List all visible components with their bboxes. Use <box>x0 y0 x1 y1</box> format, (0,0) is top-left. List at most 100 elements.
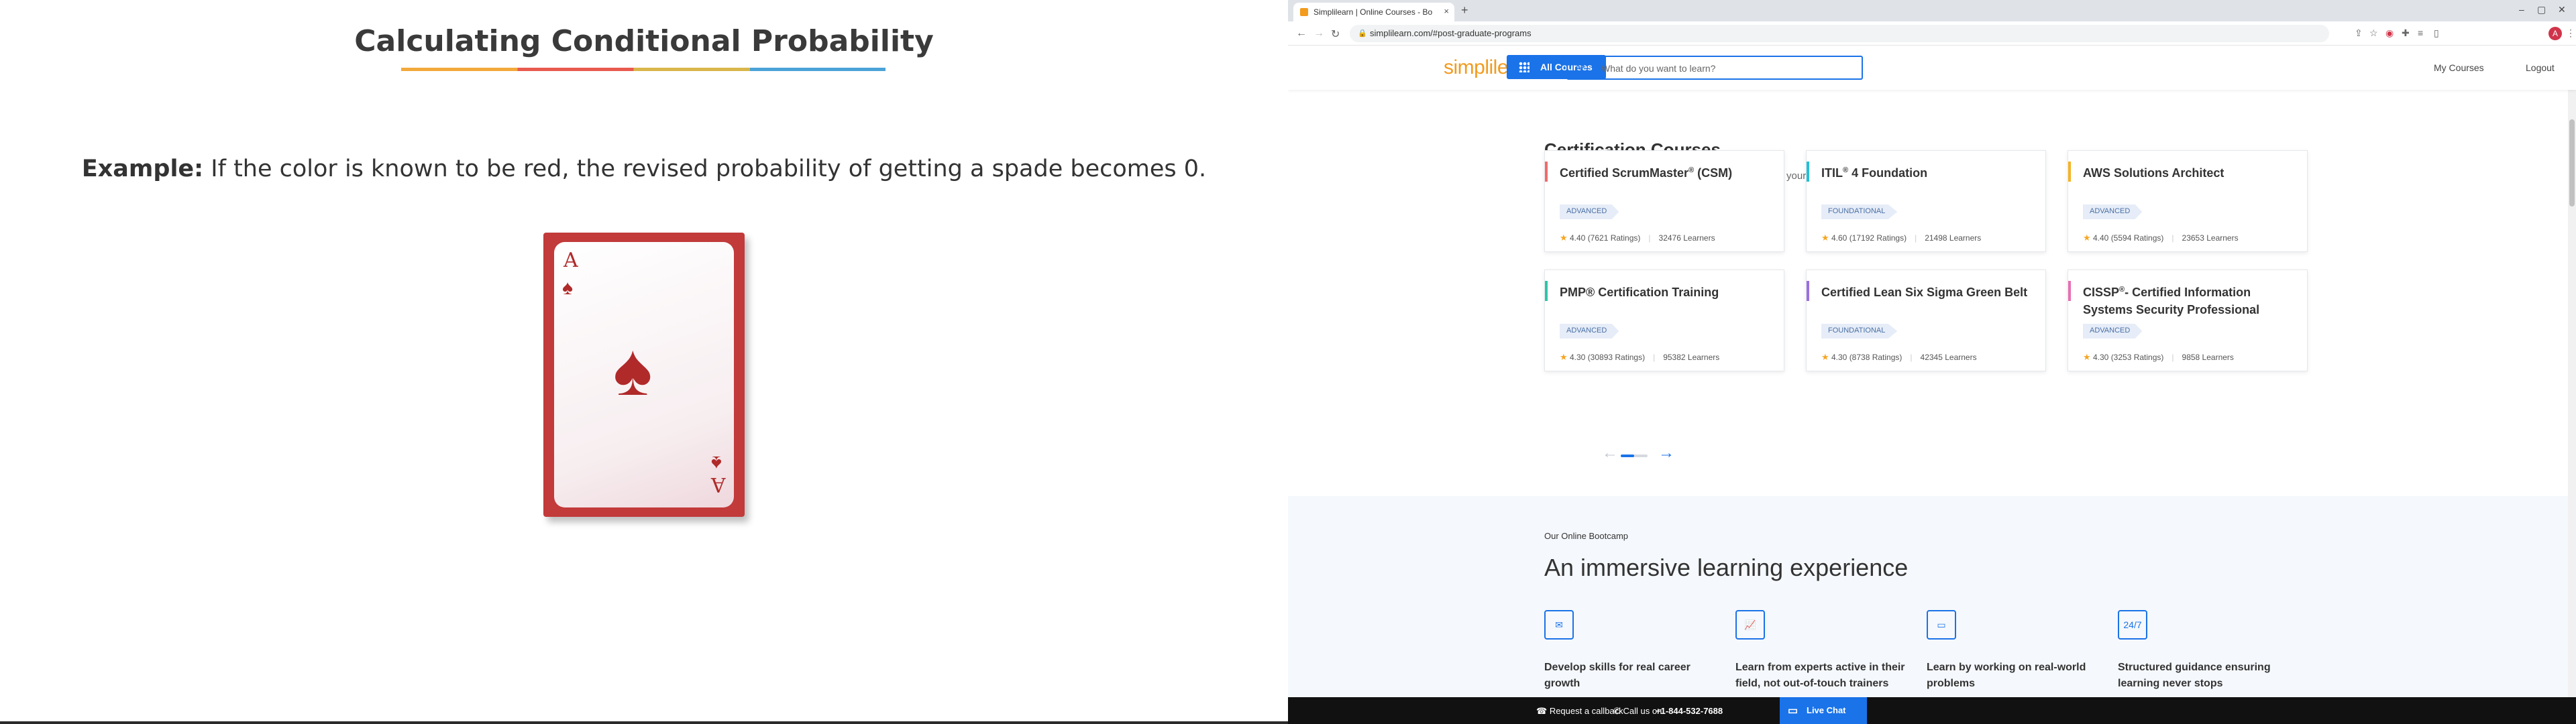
stat-divider: | <box>2171 233 2174 243</box>
tab-close-icon[interactable]: × <box>1444 6 1449 16</box>
course-rating: 4.30 (30893 Ratings) <box>1570 353 1646 362</box>
stat-divider: | <box>2171 353 2174 362</box>
example-text: Example: If the color is known to be red… <box>0 156 1288 182</box>
phone-number[interactable]: +1-844-532-7688 <box>1656 706 1723 716</box>
page-scrollbar[interactable] <box>2568 46 2576 697</box>
course-card[interactable]: AWS Solutions Architect ADVANCED ★ 4.40 (5… <box>2068 150 2308 252</box>
tab-title: Simplilearn | Online Courses - Bo <box>1313 7 1433 17</box>
star-icon: ★ <box>1560 352 1568 362</box>
course-level-badge: ADVANCED <box>2083 324 2143 339</box>
example-body: If the color is known to be red, the rev… <box>203 156 1207 182</box>
course-title: Certified Lean Six Sigma Green Belt <box>1821 286 2028 299</box>
share-icon[interactable]: ⇪ <box>2355 27 2363 39</box>
bootcamp-section: Our Online Bootcamp An immersive learnin… <box>1288 496 2576 697</box>
course-learners: 42345 Learners <box>1920 353 1977 362</box>
back-icon[interactable]: ← <box>1296 27 1307 40</box>
call-us-label: ✆ Call us on <box>1613 706 1662 716</box>
grid-icon <box>1519 62 1529 72</box>
reload-icon[interactable]: ↻ <box>1331 27 1340 41</box>
feature-item: ▭ Learn by working on real-world problems <box>1927 610 2104 692</box>
new-tab-button[interactable]: + <box>1461 3 1468 17</box>
favicon-icon <box>1300 8 1308 16</box>
spade-icon-small-top: ♠ <box>562 277 573 299</box>
course-level-badge: ADVANCED <box>1560 204 1619 219</box>
carousel-prev-icon[interactable]: ← <box>1602 444 1618 463</box>
menu-kebab-icon[interactable]: ⋮ <box>2566 27 2575 39</box>
course-accent-bar <box>1545 162 1548 182</box>
stat-divider: | <box>1648 233 1651 243</box>
course-title: PMP® Certification Training <box>1560 286 1719 299</box>
bootcamp-title: An immersive learning experience <box>1544 554 1909 581</box>
slide-title: Calculating Conditional Probability <box>354 24 934 58</box>
search-icon: ⚲ <box>1577 62 1585 74</box>
logout-link[interactable]: Logout <box>2526 62 2555 73</box>
url-text: simplilearn.com/#post-graduate-programs <box>1370 28 1532 38</box>
course-accent-bar <box>1545 281 1548 301</box>
course-level-badge: FOUNDATIONAL <box>1821 324 1898 339</box>
sidebar-icon[interactable]: ▯ <box>2434 27 2439 39</box>
star-icon: ★ <box>1560 233 1568 243</box>
stat-divider: | <box>1653 353 1656 362</box>
course-accent-bar <box>2068 281 2071 301</box>
course-title: ITIL® 4 Foundation <box>1821 166 1928 180</box>
spade-icon-small-bottom: ♠ <box>711 452 722 474</box>
feature-text: Learn from experts active in their field… <box>1735 662 1905 689</box>
feature-item: 📈 Learn from experts active in their fiel… <box>1735 610 1913 692</box>
presentation-slide: Calculating Conditional Probability Exam… <box>0 0 1288 724</box>
feature-item: ✉ Develop skills for real career growth <box>1544 610 1722 692</box>
course-accent-bar <box>1807 162 1809 182</box>
forward-icon[interactable]: → <box>1313 27 1324 40</box>
course-card[interactable]: Certified ScrumMaster® (CSM) ADVANCED ★ 4.… <box>1544 150 1784 252</box>
course-learners: 23653 Learners <box>2182 233 2239 243</box>
search-input[interactable]: ⚲ What do you want to learn? <box>1566 56 1863 80</box>
ace-of-spades-card: A ♠ ♠ ♠ A <box>543 233 745 517</box>
live-chat-label: Live Chat <box>1807 705 1846 715</box>
carousel-next-icon[interactable]: → <box>1658 444 1674 463</box>
window-close-icon[interactable]: ✕ <box>2558 4 2566 15</box>
scrollbar-thumb[interactable] <box>2569 119 2575 206</box>
spade-icon-large: ♠ <box>613 328 653 411</box>
site-header: simplilearn All Courses ⚲ What do you wa… <box>1288 46 2576 90</box>
course-title: Certified ScrumMaster® (CSM) <box>1560 166 1733 180</box>
course-rating: 4.40 (7621 Ratings) <box>1570 233 1641 243</box>
address-bar: ← → ↻ 🔒 simplilearn.com/#post-graduate-p… <box>1288 21 2576 46</box>
window-maximize-icon[interactable]: ▢ <box>2537 4 2546 15</box>
course-title: AWS Solutions Architect <box>2083 166 2224 180</box>
briefcase-icon: ✉ <box>1544 610 1574 640</box>
course-stats: ★ 4.40 (7621 Ratings) | 32476 Learners <box>1560 233 1715 243</box>
course-stats: ★ 4.30 (8738 Ratings) | 42345 Learners <box>1821 352 1977 363</box>
title-underline <box>401 68 885 71</box>
puzzle-icon[interactable]: ✚ <box>2402 27 2410 39</box>
course-card[interactable]: Certified Lean Six Sigma Green Belt FOUND… <box>1806 269 2046 371</box>
feature-text: Structured guidance ensuring learning ne… <box>2118 662 2271 689</box>
request-callback-link[interactable]: ☎ Request a callback <box>1536 706 1623 717</box>
course-card[interactable]: CISSP®- Certified Information Systems Se… <box>2068 269 2308 371</box>
window-minimize-icon[interactable]: – <box>2519 4 2524 15</box>
example-label: Example: <box>81 156 204 182</box>
course-level-badge: FOUNDATIONAL <box>1821 204 1898 219</box>
star-icon: ★ <box>2083 352 2091 362</box>
browser-tab[interactable]: Simplilearn | Online Courses - Bo × <box>1293 3 1454 21</box>
carousel-indicator <box>1621 455 1634 457</box>
course-stats: ★ 4.30 (30893 Ratings) | 95382 Learners <box>1560 352 1719 363</box>
chart-icon: 📈 <box>1735 610 1765 640</box>
my-courses-link[interactable]: My Courses <box>2434 62 2484 73</box>
course-level-badge: ADVANCED <box>2083 204 2143 219</box>
extension-icon[interactable]: ◉ <box>2385 27 2394 39</box>
course-stats: ★ 4.60 (17192 Ratings) | 21498 Learners <box>1821 233 1981 243</box>
course-learners: 95382 Learners <box>1663 353 1720 362</box>
media-icon[interactable]: ≡ <box>2418 27 2423 38</box>
star-icon: ★ <box>1821 352 1829 362</box>
feature-item: 24/7 Structured guidance ensuring learnin… <box>2118 610 2296 692</box>
course-card[interactable]: PMP® Certification Training ADVANCED ★ 4.3… <box>1544 269 1784 371</box>
live-chat-button[interactable]: ▭ Live Chat <box>1780 697 1867 724</box>
bookmark-star-icon[interactable]: ☆ <box>2369 27 2378 39</box>
course-rating: 4.60 (17192 Ratings) <box>1831 233 1907 243</box>
profile-avatar[interactable]: A <box>2548 27 2562 40</box>
search-placeholder: What do you want to learn? <box>1601 63 1716 74</box>
course-rating: 4.30 (3253 Ratings) <box>2093 353 2164 362</box>
course-card[interactable]: ITIL® 4 Foundation FOUNDATIONAL ★ 4.60 (17… <box>1806 150 2046 252</box>
chat-icon: ▭ <box>1788 705 1799 717</box>
clock-24-icon: 24/7 <box>2118 610 2147 640</box>
url-input[interactable]: 🔒 simplilearn.com/#post-graduate-program… <box>1350 25 2329 42</box>
